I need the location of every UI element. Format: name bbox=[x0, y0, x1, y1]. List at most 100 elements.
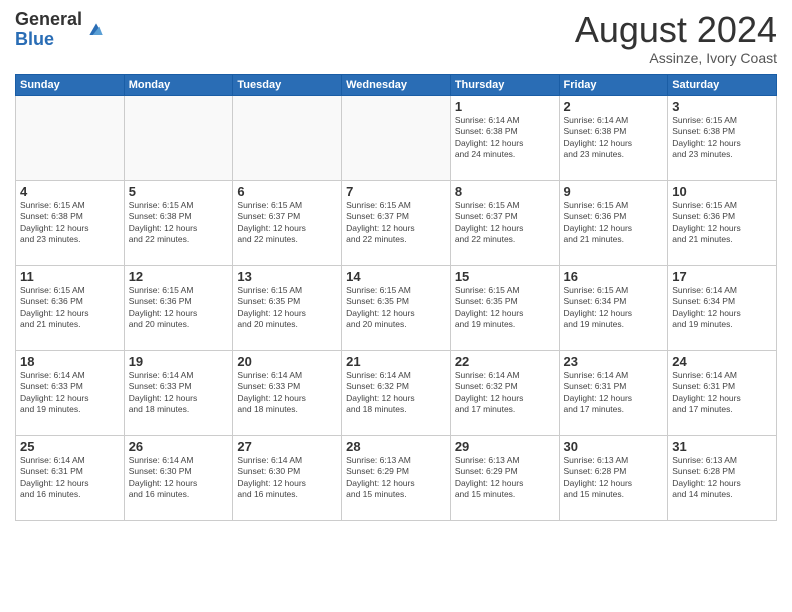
day-info: Sunrise: 6:14 AM Sunset: 6:32 PM Dayligh… bbox=[455, 370, 555, 416]
day-info: Sunrise: 6:15 AM Sunset: 6:35 PM Dayligh… bbox=[237, 285, 337, 331]
header-thursday: Thursday bbox=[450, 74, 559, 95]
title-block: August 2024 Assinze, Ivory Coast bbox=[575, 10, 777, 66]
day-cell: 20Sunrise: 6:14 AM Sunset: 6:33 PM Dayli… bbox=[233, 350, 342, 435]
day-info: Sunrise: 6:15 AM Sunset: 6:35 PM Dayligh… bbox=[455, 285, 555, 331]
calendar-table: Sunday Monday Tuesday Wednesday Thursday… bbox=[15, 74, 777, 521]
day-info: Sunrise: 6:14 AM Sunset: 6:31 PM Dayligh… bbox=[564, 370, 664, 416]
day-info: Sunrise: 6:15 AM Sunset: 6:35 PM Dayligh… bbox=[346, 285, 446, 331]
day-cell: 27Sunrise: 6:14 AM Sunset: 6:30 PM Dayli… bbox=[233, 435, 342, 520]
calendar-header: Sunday Monday Tuesday Wednesday Thursday… bbox=[16, 74, 777, 95]
day-number: 20 bbox=[237, 354, 337, 369]
day-cell bbox=[16, 95, 125, 180]
week-row-0: 1Sunrise: 6:14 AM Sunset: 6:38 PM Daylig… bbox=[16, 95, 777, 180]
day-info: Sunrise: 6:13 AM Sunset: 6:28 PM Dayligh… bbox=[672, 455, 772, 501]
day-info: Sunrise: 6:15 AM Sunset: 6:34 PM Dayligh… bbox=[564, 285, 664, 331]
day-cell: 9Sunrise: 6:15 AM Sunset: 6:36 PM Daylig… bbox=[559, 180, 668, 265]
day-info: Sunrise: 6:15 AM Sunset: 6:38 PM Dayligh… bbox=[129, 200, 229, 246]
weekday-header-row: Sunday Monday Tuesday Wednesday Thursday… bbox=[16, 74, 777, 95]
day-cell: 21Sunrise: 6:14 AM Sunset: 6:32 PM Dayli… bbox=[342, 350, 451, 435]
day-number: 12 bbox=[129, 269, 229, 284]
day-info: Sunrise: 6:13 AM Sunset: 6:28 PM Dayligh… bbox=[564, 455, 664, 501]
day-info: Sunrise: 6:14 AM Sunset: 6:33 PM Dayligh… bbox=[129, 370, 229, 416]
logo-icon bbox=[86, 20, 106, 40]
header-monday: Monday bbox=[124, 74, 233, 95]
day-cell: 1Sunrise: 6:14 AM Sunset: 6:38 PM Daylig… bbox=[450, 95, 559, 180]
day-info: Sunrise: 6:14 AM Sunset: 6:31 PM Dayligh… bbox=[672, 370, 772, 416]
day-cell: 17Sunrise: 6:14 AM Sunset: 6:34 PM Dayli… bbox=[668, 265, 777, 350]
day-cell: 8Sunrise: 6:15 AM Sunset: 6:37 PM Daylig… bbox=[450, 180, 559, 265]
day-cell: 18Sunrise: 6:14 AM Sunset: 6:33 PM Dayli… bbox=[16, 350, 125, 435]
day-number: 10 bbox=[672, 184, 772, 199]
month-title: August 2024 bbox=[575, 10, 777, 50]
day-info: Sunrise: 6:15 AM Sunset: 6:37 PM Dayligh… bbox=[237, 200, 337, 246]
day-number: 16 bbox=[564, 269, 664, 284]
day-info: Sunrise: 6:14 AM Sunset: 6:30 PM Dayligh… bbox=[237, 455, 337, 501]
day-number: 3 bbox=[672, 99, 772, 114]
day-number: 8 bbox=[455, 184, 555, 199]
day-cell: 29Sunrise: 6:13 AM Sunset: 6:29 PM Dayli… bbox=[450, 435, 559, 520]
day-info: Sunrise: 6:14 AM Sunset: 6:34 PM Dayligh… bbox=[672, 285, 772, 331]
header: General Blue August 2024 Assinze, Ivory … bbox=[15, 10, 777, 66]
day-cell: 15Sunrise: 6:15 AM Sunset: 6:35 PM Dayli… bbox=[450, 265, 559, 350]
day-info: Sunrise: 6:15 AM Sunset: 6:36 PM Dayligh… bbox=[20, 285, 120, 331]
day-info: Sunrise: 6:15 AM Sunset: 6:37 PM Dayligh… bbox=[346, 200, 446, 246]
header-saturday: Saturday bbox=[668, 74, 777, 95]
header-sunday: Sunday bbox=[16, 74, 125, 95]
day-number: 7 bbox=[346, 184, 446, 199]
day-info: Sunrise: 6:14 AM Sunset: 6:38 PM Dayligh… bbox=[564, 115, 664, 161]
day-info: Sunrise: 6:14 AM Sunset: 6:31 PM Dayligh… bbox=[20, 455, 120, 501]
day-info: Sunrise: 6:14 AM Sunset: 6:33 PM Dayligh… bbox=[237, 370, 337, 416]
day-cell: 10Sunrise: 6:15 AM Sunset: 6:36 PM Dayli… bbox=[668, 180, 777, 265]
day-info: Sunrise: 6:14 AM Sunset: 6:38 PM Dayligh… bbox=[455, 115, 555, 161]
day-number: 6 bbox=[237, 184, 337, 199]
day-cell: 5Sunrise: 6:15 AM Sunset: 6:38 PM Daylig… bbox=[124, 180, 233, 265]
day-number: 30 bbox=[564, 439, 664, 454]
day-number: 29 bbox=[455, 439, 555, 454]
day-number: 5 bbox=[129, 184, 229, 199]
week-row-4: 25Sunrise: 6:14 AM Sunset: 6:31 PM Dayli… bbox=[16, 435, 777, 520]
day-info: Sunrise: 6:15 AM Sunset: 6:38 PM Dayligh… bbox=[20, 200, 120, 246]
day-cell: 2Sunrise: 6:14 AM Sunset: 6:38 PM Daylig… bbox=[559, 95, 668, 180]
day-cell: 12Sunrise: 6:15 AM Sunset: 6:36 PM Dayli… bbox=[124, 265, 233, 350]
day-info: Sunrise: 6:15 AM Sunset: 6:38 PM Dayligh… bbox=[672, 115, 772, 161]
day-cell: 14Sunrise: 6:15 AM Sunset: 6:35 PM Dayli… bbox=[342, 265, 451, 350]
day-number: 4 bbox=[20, 184, 120, 199]
day-cell: 19Sunrise: 6:14 AM Sunset: 6:33 PM Dayli… bbox=[124, 350, 233, 435]
day-cell: 16Sunrise: 6:15 AM Sunset: 6:34 PM Dayli… bbox=[559, 265, 668, 350]
day-number: 27 bbox=[237, 439, 337, 454]
location: Assinze, Ivory Coast bbox=[575, 50, 777, 66]
day-info: Sunrise: 6:13 AM Sunset: 6:29 PM Dayligh… bbox=[455, 455, 555, 501]
day-cell: 28Sunrise: 6:13 AM Sunset: 6:29 PM Dayli… bbox=[342, 435, 451, 520]
day-cell: 11Sunrise: 6:15 AM Sunset: 6:36 PM Dayli… bbox=[16, 265, 125, 350]
day-info: Sunrise: 6:15 AM Sunset: 6:36 PM Dayligh… bbox=[564, 200, 664, 246]
week-row-3: 18 Sunrise: 6:14 AM Sunset: 6:33 PM Dayli… bbox=[16, 350, 777, 435]
header-wednesday: Wednesday bbox=[342, 74, 451, 95]
calendar-body: 1Sunrise: 6:14 AM Sunset: 6:38 PM Daylig… bbox=[16, 95, 777, 520]
week-row-2: 11Sunrise: 6:15 AM Sunset: 6:36 PM Dayli… bbox=[16, 265, 777, 350]
day-number: 19 bbox=[129, 354, 229, 369]
day-number: 9 bbox=[564, 184, 664, 199]
day-cell: 22Sunrise: 6:14 AM Sunset: 6:32 PM Dayli… bbox=[450, 350, 559, 435]
day-cell: 13Sunrise: 6:15 AM Sunset: 6:35 PM Dayli… bbox=[233, 265, 342, 350]
day-number: 2 bbox=[564, 99, 664, 114]
day-info: Sunrise: 6:15 AM Sunset: 6:37 PM Dayligh… bbox=[455, 200, 555, 246]
logo: General Blue bbox=[15, 10, 106, 50]
header-friday: Friday bbox=[559, 74, 668, 95]
day-number: 25 bbox=[20, 439, 120, 454]
day-info: Sunrise: 6:13 AM Sunset: 6:29 PM Dayligh… bbox=[346, 455, 446, 501]
day-cell bbox=[233, 95, 342, 180]
day-number: 21 bbox=[346, 354, 446, 369]
day-cell: 26Sunrise: 6:14 AM Sunset: 6:30 PM Dayli… bbox=[124, 435, 233, 520]
logo-general: General bbox=[15, 9, 82, 29]
day-cell bbox=[124, 95, 233, 180]
day-number: 28 bbox=[346, 439, 446, 454]
day-number: 18 bbox=[20, 354, 120, 369]
week-row-1: 4Sunrise: 6:15 AM Sunset: 6:38 PM Daylig… bbox=[16, 180, 777, 265]
day-number: 14 bbox=[346, 269, 446, 284]
day-number: 17 bbox=[672, 269, 772, 284]
day-number: 31 bbox=[672, 439, 772, 454]
day-cell: 30Sunrise: 6:13 AM Sunset: 6:28 PM Dayli… bbox=[559, 435, 668, 520]
day-cell: 23Sunrise: 6:14 AM Sunset: 6:31 PM Dayli… bbox=[559, 350, 668, 435]
day-number: 24 bbox=[672, 354, 772, 369]
logo-blue: Blue bbox=[15, 29, 54, 49]
